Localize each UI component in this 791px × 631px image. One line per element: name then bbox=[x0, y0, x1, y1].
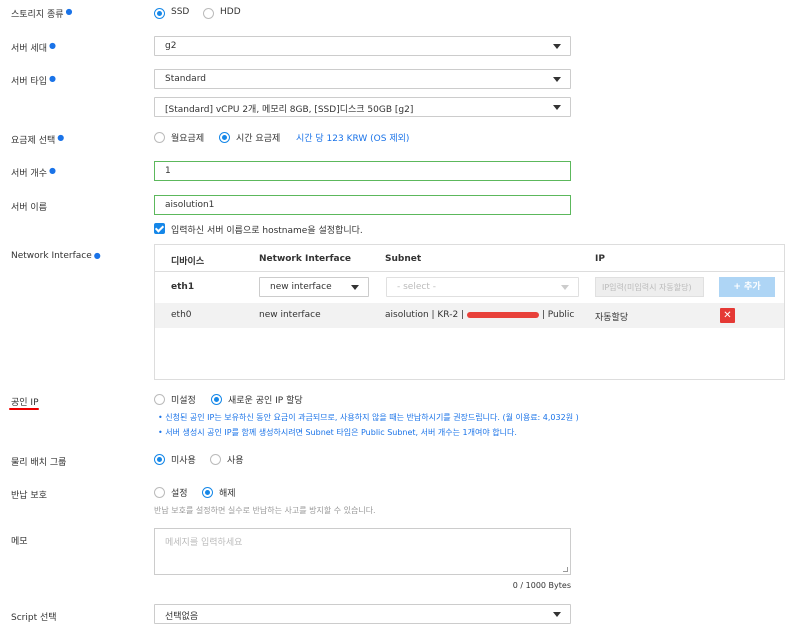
billing-monthly-radio[interactable] bbox=[154, 132, 165, 143]
public-ip-new-label: 새로운 공인 IP 할당 bbox=[228, 396, 303, 406]
table-row: eth0 new interface aisolution | KR-2 | |… bbox=[155, 303, 784, 328]
chevron-down-icon bbox=[553, 77, 561, 82]
return-protect-off-radio[interactable] bbox=[202, 487, 213, 498]
hostname-check-label: 입력하신 서버 이름으로 hostname을 설정합니다. bbox=[171, 226, 363, 236]
public-ip-note-2: • 서버 생성시 공인 IP를 함께 생성하시려면 Subnet 타입은 Pub… bbox=[158, 428, 517, 437]
public-ip-note-1-text: 신청된 공인 IP는 보유하신 동안 요금이 과금되므로, 사용하지 않을 때는… bbox=[165, 413, 579, 422]
server-name-value: aisolution1 bbox=[165, 200, 215, 210]
script-select[interactable]: 선택없음 bbox=[154, 604, 571, 624]
new-device: eth1 bbox=[171, 282, 195, 292]
row-subnet-suffix: | Public bbox=[541, 310, 575, 320]
server-spec-select[interactable]: [Standard] vCPU 2개, 메모리 8GB, [SSD]디스크 50… bbox=[154, 97, 571, 117]
public-ip-new-radio[interactable] bbox=[211, 394, 222, 405]
row-subnet: aisolution | KR-2 | | Public bbox=[385, 310, 574, 320]
server-name-label: 서버 이름 bbox=[11, 203, 47, 213]
billing-label: 요금제 선택 ● bbox=[11, 133, 65, 146]
server-count-value: 1 bbox=[165, 166, 171, 176]
placement-on-radio[interactable] bbox=[210, 454, 221, 465]
col-ip: IP bbox=[595, 254, 605, 264]
storage-hdd-radio[interactable] bbox=[203, 8, 214, 19]
script-label: Script 선택 bbox=[11, 613, 57, 623]
return-protect-on-radio[interactable] bbox=[154, 487, 165, 498]
subnet-select[interactable]: - select - bbox=[386, 277, 579, 297]
price-note: 시간 당 123 KRW (OS 제외) bbox=[296, 134, 410, 144]
chevron-down-icon bbox=[553, 105, 561, 110]
return-protect-note: 반납 보호를 설정하면 실수로 반납하는 사고를 방지할 수 있습니다. bbox=[154, 506, 376, 515]
chevron-down-icon bbox=[553, 44, 561, 49]
storage-type-label: 스토리지 종류 ● bbox=[11, 7, 73, 20]
server-gen-value: g2 bbox=[165, 41, 177, 51]
return-protect-label: 반납 보호 bbox=[11, 491, 47, 501]
col-nic: Network Interface bbox=[259, 254, 352, 264]
billing-hourly-label: 시간 요금제 bbox=[236, 134, 281, 144]
placement-on-label: 사용 bbox=[227, 456, 244, 466]
delete-icon[interactable]: ✕ bbox=[720, 308, 735, 323]
hostname-checkbox[interactable] bbox=[154, 223, 165, 234]
return-protect-off-label: 해제 bbox=[219, 489, 236, 499]
underline-mark bbox=[9, 408, 39, 410]
server-type-label: 서버 타입 ● bbox=[11, 74, 56, 87]
memo-counter: 0 / 1000 Bytes bbox=[512, 581, 571, 590]
network-label: Network Interface ● bbox=[11, 251, 101, 261]
server-name-input[interactable]: aisolution1 bbox=[154, 195, 571, 215]
subnet-placeholder: - select - bbox=[397, 282, 436, 292]
public-ip-none-radio[interactable] bbox=[154, 394, 165, 405]
chevron-down-icon bbox=[561, 285, 569, 290]
add-button[interactable]: + 추가 bbox=[719, 277, 775, 297]
chevron-down-icon bbox=[351, 285, 359, 290]
public-ip-note-2-text: 서버 생성시 공인 IP를 함께 생성하시려면 Subnet 타입은 Publi… bbox=[165, 428, 517, 437]
public-ip-label: 공인 IP bbox=[11, 398, 39, 408]
row-nic: new interface bbox=[259, 310, 321, 320]
public-ip-none-label: 미설정 bbox=[171, 396, 196, 406]
nic-select[interactable]: new interface bbox=[259, 277, 369, 297]
placement-off-radio[interactable] bbox=[154, 454, 165, 465]
server-type-value: Standard bbox=[165, 74, 206, 84]
network-interface-table: 디바이스 Network Interface Subnet IP eth1 ne… bbox=[154, 244, 785, 380]
script-value: 선택없음 bbox=[165, 612, 199, 622]
billing-hourly-radio[interactable] bbox=[219, 132, 230, 143]
storage-ssd-label: SSD bbox=[171, 7, 190, 17]
row-device: eth0 bbox=[171, 310, 192, 320]
col-device: 디바이스 bbox=[171, 257, 205, 267]
ip-placeholder: IP입력(미입력시 자동할당) bbox=[602, 283, 692, 292]
billing-monthly-label: 월요금제 bbox=[171, 134, 205, 144]
server-count-input[interactable]: 1 bbox=[154, 161, 571, 181]
col-subnet: Subnet bbox=[385, 254, 422, 264]
return-protect-on-label: 설정 bbox=[171, 489, 188, 499]
row-subnet-prefix: aisolution | KR-2 | bbox=[385, 310, 465, 320]
placement-label: 물리 배치 그룹 bbox=[11, 458, 67, 468]
server-gen-label: 서버 세대 ● bbox=[11, 41, 56, 54]
server-spec-value: [Standard] vCPU 2개, 메모리 8GB, [SSD]디스크 50… bbox=[165, 105, 414, 115]
resize-handle-icon[interactable] bbox=[563, 567, 568, 572]
storage-hdd-label: HDD bbox=[220, 7, 241, 17]
public-ip-note-1: • 신청된 공인 IP는 보유하신 동안 요금이 과금되므로, 사용하지 않을 … bbox=[158, 413, 579, 422]
nic-select-value: new interface bbox=[270, 282, 332, 292]
memo-label: 메모 bbox=[11, 537, 28, 547]
storage-ssd-radio[interactable] bbox=[154, 8, 165, 19]
server-gen-select[interactable]: g2 bbox=[154, 36, 571, 56]
server-type-select[interactable]: Standard bbox=[154, 69, 571, 89]
server-count-label: 서버 개수 ● bbox=[11, 166, 56, 179]
chevron-down-icon bbox=[553, 612, 561, 617]
memo-placeholder: 메세지를 입력하세요 bbox=[165, 538, 243, 548]
placement-off-label: 미사용 bbox=[171, 456, 196, 466]
redacted-mark bbox=[466, 311, 539, 318]
divider bbox=[155, 271, 784, 272]
memo-textarea[interactable]: 메세지를 입력하세요 bbox=[154, 528, 571, 575]
ip-input[interactable]: IP입력(미입력시 자동할당) bbox=[595, 277, 704, 297]
row-ip: 자동할당 bbox=[595, 313, 629, 323]
